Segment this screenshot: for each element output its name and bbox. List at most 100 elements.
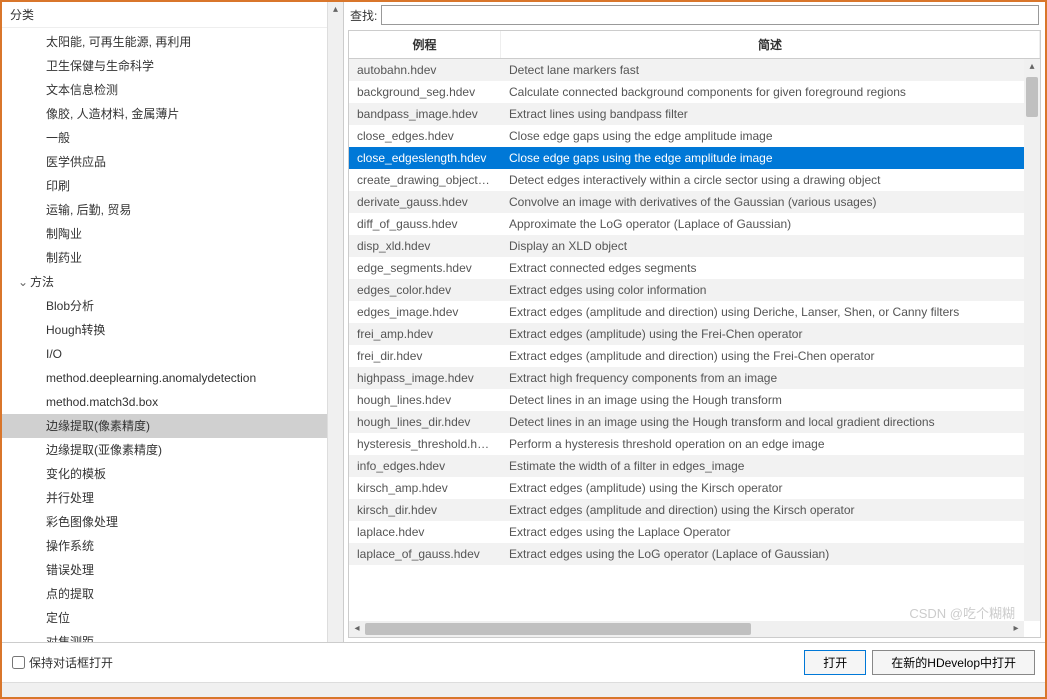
tree-item[interactable]: 点的提取 [2,582,343,606]
table-row[interactable]: background_seg.hdevCalculate connected b… [349,81,1040,103]
cell-name: frei_amp.hdev [349,323,501,345]
cell-desc: Convolve an image with derivatives of th… [501,191,1040,213]
table-row[interactable]: highpass_image.hdevExtract high frequenc… [349,367,1040,389]
table-row[interactable]: close_edgeslength.hdevClose edge gaps us… [349,147,1040,169]
cell-name: hough_lines.hdev [349,389,501,411]
table-row[interactable]: close_edges.hdevClose edge gaps using th… [349,125,1040,147]
table-row[interactable]: derivate_gauss.hdevConvolve an image wit… [349,191,1040,213]
cell-name: close_edges.hdev [349,125,501,147]
tree-item[interactable]: 制陶业 [2,222,343,246]
table-row[interactable]: laplace.hdevExtract edges using the Lapl… [349,521,1040,543]
tree-item[interactable]: 印刷 [2,174,343,198]
table-row[interactable]: laplace_of_gauss.hdevExtract edges using… [349,543,1040,565]
table-row[interactable]: diff_of_gauss.hdevApproximate the LoG op… [349,213,1040,235]
tree-item[interactable]: Hough转换 [2,318,343,342]
cell-name: info_edges.hdev [349,455,501,477]
search-label: 查找: [350,7,377,24]
cell-name: edges_color.hdev [349,279,501,301]
bottom-bar: 保持对话框打开 打开 在新的HDevelop中打开 [2,642,1045,682]
tree-item[interactable]: 对焦测距 [2,630,343,642]
cell-desc: Extract connected edges segments [501,257,1040,279]
cell-desc: Detect lines in an image using the Hough… [501,389,1040,411]
tree-group-methods[interactable]: ⌄方法 [2,270,343,294]
cell-desc: Detect lines in an image using the Hough… [501,411,1040,433]
cell-name: diff_of_gauss.hdev [349,213,501,235]
horizontal-scrollbar[interactable]: ◂ ▸ [349,621,1024,637]
tree-item[interactable]: I/O [2,342,343,366]
table-row[interactable]: edge_segments.hdevExtract connected edge… [349,257,1040,279]
left-scrollbar[interactable]: ▴ [327,2,343,642]
cell-name: close_edgeslength.hdev [349,147,501,169]
table-row[interactable]: frei_dir.hdevExtract edges (amplitude an… [349,345,1040,367]
chevron-down-icon: ⌄ [18,273,30,291]
table-row[interactable]: create_drawing_object_c...Detect edges i… [349,169,1040,191]
cell-desc: Close edge gaps using the edge amplitude… [501,147,1040,169]
tree-item[interactable]: 错误处理 [2,558,343,582]
cell-name: edge_segments.hdev [349,257,501,279]
tree-item[interactable]: 边缘提取(像素精度) [2,414,343,438]
table-row[interactable]: hysteresis_threshold.hdevPerform a hyste… [349,433,1040,455]
tree-item[interactable]: 变化的模板 [2,462,343,486]
tree-item[interactable]: 并行处理 [2,486,343,510]
open-new-button[interactable]: 在新的HDevelop中打开 [872,650,1035,675]
h-scroll-thumb[interactable] [365,623,751,635]
column-header-desc[interactable]: 简述 [501,31,1040,58]
cell-desc: Extract edges using the Laplace Operator [501,521,1040,543]
table-row[interactable]: kirsch_amp.hdevExtract edges (amplitude)… [349,477,1040,499]
tree-item[interactable]: 卫生保健与生命科学 [2,54,343,78]
cell-desc: Estimate the width of a filter in edges_… [501,455,1040,477]
right-scrollbar[interactable]: ▴ [1024,59,1040,621]
table-row[interactable]: bandpass_image.hdevExtract lines using b… [349,103,1040,125]
cell-name: autobahn.hdev [349,59,501,81]
tree-item[interactable]: Blob分析 [2,294,343,318]
tree-item[interactable]: method.match3d.box [2,390,343,414]
category-header: 分类 [2,2,343,28]
cell-desc: Extract edges (amplitude and direction) … [501,499,1040,521]
scroll-thumb[interactable] [1026,77,1038,117]
table-row[interactable]: hough_lines_dir.hdevDetect lines in an i… [349,411,1040,433]
cell-desc: Extract edges using the LoG operator (La… [501,543,1040,565]
tree-item[interactable]: 像胶, 人造材料, 金属薄片 [2,102,343,126]
tree-item[interactable]: 操作系统 [2,534,343,558]
cell-desc: Extract high frequency components from a… [501,367,1040,389]
table-row[interactable]: autobahn.hdevDetect lane markers fast [349,59,1040,81]
cell-name: laplace_of_gauss.hdev [349,543,501,565]
category-tree[interactable]: 太阳能, 可再生能源, 再利用卫生保健与生命科学文本信息检测像胶, 人造材料, … [2,28,343,642]
tree-item[interactable]: method.deeplearning.anomalydetection [2,366,343,390]
tree-item[interactable]: 一般 [2,126,343,150]
table-row[interactable]: kirsch_dir.hdevExtract edges (amplitude … [349,499,1040,521]
cell-name: kirsch_amp.hdev [349,477,501,499]
table-body[interactable]: autobahn.hdevDetect lane markers fastbac… [349,59,1040,637]
cell-desc: Display an XLD object [501,235,1040,257]
cell-name: disp_xld.hdev [349,235,501,257]
cell-name: kirsch_dir.hdev [349,499,501,521]
cell-desc: Extract edges (amplitude) using the Kirs… [501,477,1040,499]
scroll-up-icon[interactable]: ▴ [1024,59,1040,75]
example-table: 例程 简述 autobahn.hdevDetect lane markers f… [348,30,1041,638]
table-row[interactable]: disp_xld.hdevDisplay an XLD object [349,235,1040,257]
scroll-right-icon[interactable]: ▸ [1008,621,1024,637]
table-row[interactable]: hough_lines.hdevDetect lines in an image… [349,389,1040,411]
tree-item[interactable]: 医学供应品 [2,150,343,174]
tree-item[interactable]: 运输, 后勤, 贸易 [2,198,343,222]
tree-item[interactable]: 制药业 [2,246,343,270]
open-button[interactable]: 打开 [804,650,866,675]
tree-item[interactable]: 太阳能, 可再生能源, 再利用 [2,30,343,54]
tree-item[interactable]: 彩色图像处理 [2,510,343,534]
scroll-up-icon[interactable]: ▴ [328,2,343,18]
tree-item[interactable]: 边缘提取(亚像素精度) [2,438,343,462]
tree-item[interactable]: 定位 [2,606,343,630]
cell-desc: Extract edges using color information [501,279,1040,301]
table-row[interactable]: info_edges.hdevEstimate the width of a f… [349,455,1040,477]
table-row[interactable]: edges_image.hdevExtract edges (amplitude… [349,301,1040,323]
table-row[interactable]: frei_amp.hdevExtract edges (amplitude) u… [349,323,1040,345]
scroll-left-icon[interactable]: ◂ [349,621,365,637]
cell-desc: Extract lines using bandpass filter [501,103,1040,125]
search-input[interactable] [381,5,1039,25]
tree-item[interactable]: 文本信息检测 [2,78,343,102]
cell-desc: Extract edges (amplitude) using the Frei… [501,323,1040,345]
column-header-name[interactable]: 例程 [349,31,501,58]
keep-open-checkbox-wrap[interactable]: 保持对话框打开 [12,654,113,671]
keep-open-checkbox[interactable] [12,656,25,669]
table-row[interactable]: edges_color.hdevExtract edges using colo… [349,279,1040,301]
